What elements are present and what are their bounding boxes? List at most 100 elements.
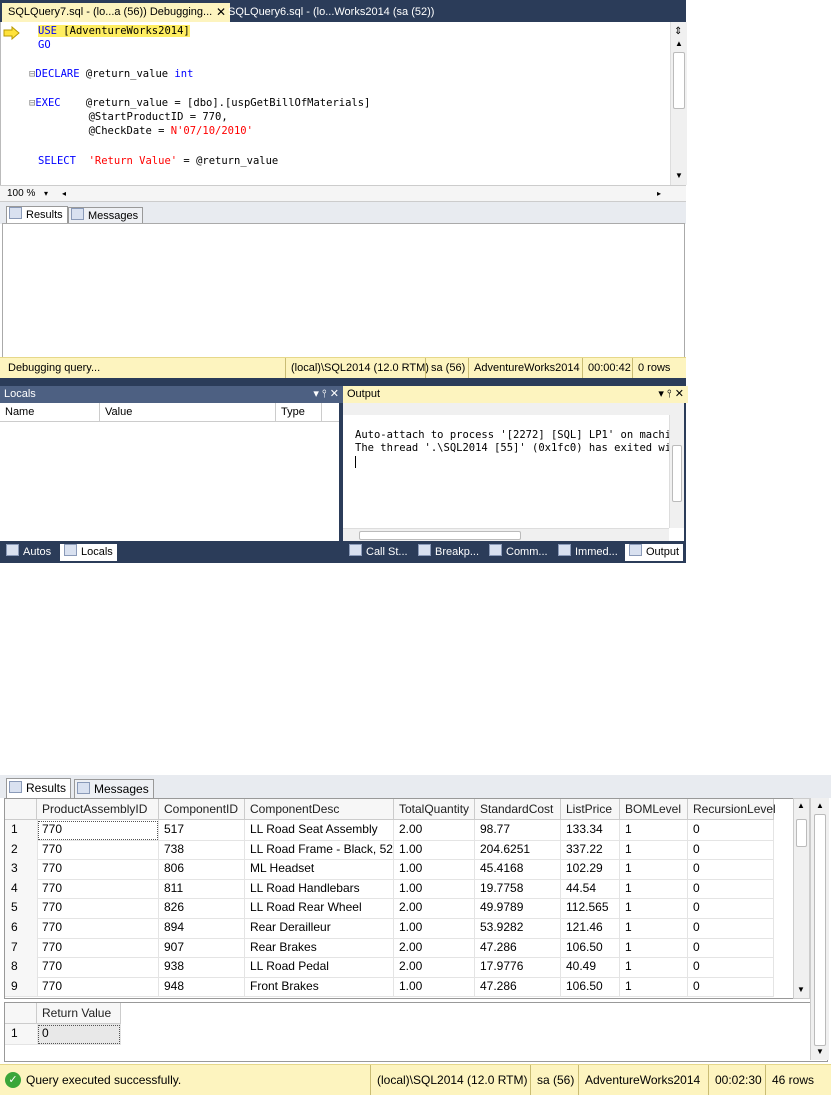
grid-cell[interactable]: 1 [620,898,688,919]
output-horizontal-scrollbar[interactable] [343,528,669,542]
tab-immediate[interactable]: Immed... [558,544,618,561]
grid-cell[interactable]: 2.00 [394,957,475,978]
grid-cell[interactable]: LL Road Rear Wheel [245,898,394,919]
grid-cell[interactable]: 894 [159,918,245,939]
grid-cell[interactable]: 47.286 [475,976,561,998]
grid-cell[interactable]: 0 [688,976,774,998]
grid-cell[interactable]: 1.00 [394,859,475,880]
tab-command[interactable]: Comm... [489,544,548,561]
outer-scroll-up-icon[interactable]: ▲ [816,801,824,810]
grid-col-header[interactable]: ComponentDesc [245,799,394,820]
grid-cell[interactable]: Rear Brakes [245,937,394,959]
grid-cell[interactable]: 44.54 [561,878,620,900]
tab-sqlquery7[interactable]: SQLQuery7.sql - (lo...a (56)) Debugging.… [2,3,230,22]
grid-cell[interactable]: 826 [159,898,245,919]
grid-cell[interactable]: 2.00 [394,937,475,959]
tab-breakpoints[interactable]: Breakp... [418,544,479,561]
grid-col-header[interactable]: TotalQuantity [394,799,475,820]
grid-col-header[interactable]: ComponentID [159,799,245,820]
tab-sqlquery6[interactable]: SQLQuery6.sql - (lo...Works2014 (sa (52)… [222,3,440,22]
split-icon[interactable]: ⇕ [674,26,682,37]
grid-cell[interactable]: 938 [159,957,245,978]
grid-scroll-down-icon[interactable]: ▼ [797,985,805,994]
grid-cell[interactable]: 106.50 [561,976,620,998]
grid-cell[interactable]: 1.00 [394,839,475,861]
grid-cell[interactable]: LL Road Seat Assembly [245,820,394,841]
grid-cell[interactable]: 770 [37,957,159,978]
grid-cell[interactable]: 1.00 [394,878,475,900]
grid-cell[interactable]: 0 [688,957,774,978]
tab-call-stack[interactable]: Call St... [349,544,408,561]
bottom-tab-messages[interactable]: Messages [74,779,154,798]
grid-cell[interactable]: 0 [688,898,774,919]
grid-cell[interactable]: 1 [620,957,688,978]
grid-cell[interactable]: 40.49 [561,957,620,978]
output-hscroll-thumb[interactable] [359,531,521,540]
query-editor[interactable]: USE [AdventureWorks2014] GO ⊟DECLARE @retu… [0,22,687,185]
tab-results[interactable]: Results [6,206,68,224]
grid-col-header[interactable]: ListPrice [561,799,620,820]
grid-cell[interactable]: 1 [620,878,688,900]
grid-cell[interactable]: 0 [688,859,774,880]
grid-cell[interactable]: 47.286 [475,937,561,959]
grid-cell[interactable]: LL Road Handlebars [245,878,394,900]
grid-cell[interactable]: 806 [159,859,245,880]
grid-cell[interactable]: Front Brakes [245,976,394,998]
grid-col-header[interactable]: RecursionLevel [688,799,776,820]
grid-cell[interactable]: 133.34 [561,820,620,841]
grid-cell[interactable]: 337.22 [561,839,620,861]
grid-cell[interactable]: 811 [159,878,245,900]
grid-cell[interactable]: 0 [688,918,774,939]
grid-cell[interactable]: 106.50 [561,937,620,959]
tab-autos[interactable]: Autos [6,544,51,561]
grid-col-header[interactable]: ProductAssemblyID [37,799,159,820]
grid-col-header[interactable]: BOMLevel [620,799,688,820]
grid-scroll-up-icon[interactable]: ▲ [797,801,805,810]
grid-cell[interactable]: 770 [37,820,159,841]
scroll-right-icon[interactable]: ▸ [657,186,661,202]
grid-cell[interactable]: 1.00 [394,976,475,998]
grid2-return-value-cell[interactable]: 0 [37,1024,121,1045]
grid-cell[interactable]: 1.00 [394,918,475,939]
bottom-tab-results[interactable]: Results [6,778,72,798]
tab-locals[interactable]: Locals [60,544,117,561]
output-scroll-thumb[interactable] [672,445,682,502]
grid-cell[interactable]: 0 [688,839,774,861]
grid-cell[interactable]: 0 [688,937,774,959]
output-vertical-scrollbar[interactable] [669,415,684,528]
grid-cell[interactable]: 19.7758 [475,878,561,900]
locals-col-type[interactable]: Type [276,403,322,421]
grid-cell[interactable]: 0 [688,878,774,900]
grid-cell[interactable]: 2.00 [394,820,475,841]
grid-cell[interactable]: 770 [37,878,159,900]
grid-cell[interactable]: 1 [620,976,688,998]
grid-cell[interactable]: 98.77 [475,820,561,841]
scroll-down-icon[interactable]: ▼ [675,171,683,180]
grid-cell[interactable]: 112.565 [561,898,620,919]
grid-cell[interactable]: 907 [159,937,245,959]
grid-cell[interactable]: 17.9776 [475,957,561,978]
grid-cell[interactable]: 49.9789 [475,898,561,919]
grid-cell[interactable]: 53.9282 [475,918,561,939]
grid-scroll-thumb[interactable] [796,819,807,847]
grid-cell[interactable]: LL Road Frame - Black, 52 [245,839,394,861]
locals-col-value[interactable]: Value [100,403,276,421]
grid-cell[interactable]: 45.4168 [475,859,561,880]
grid-cell[interactable]: 770 [37,898,159,919]
return-value-grid[interactable]: Return Value 1 0 [4,1002,828,1062]
grid2-col-return-value[interactable]: Return Value [37,1003,121,1024]
scroll-thumb[interactable] [673,52,685,109]
grid-vertical-scrollbar[interactable]: ▲ ▼ [793,798,810,999]
grid-cell[interactable]: 770 [37,918,159,939]
grid-cell[interactable]: 0 [688,820,774,841]
grid-cell[interactable]: LL Road Pedal [245,957,394,978]
grid-cell[interactable]: 770 [37,976,159,998]
grid-cell[interactable]: 102.29 [561,859,620,880]
outer-scroll-thumb[interactable] [814,814,826,1046]
grid-cell[interactable]: 770 [37,937,159,959]
grid-cell[interactable]: 1 [620,859,688,880]
grid-cell[interactable]: 770 [37,859,159,880]
scroll-left-icon[interactable]: ◂ [62,186,66,202]
grid-cell[interactable]: 121.46 [561,918,620,939]
grid-cell[interactable]: 1 [620,820,688,841]
